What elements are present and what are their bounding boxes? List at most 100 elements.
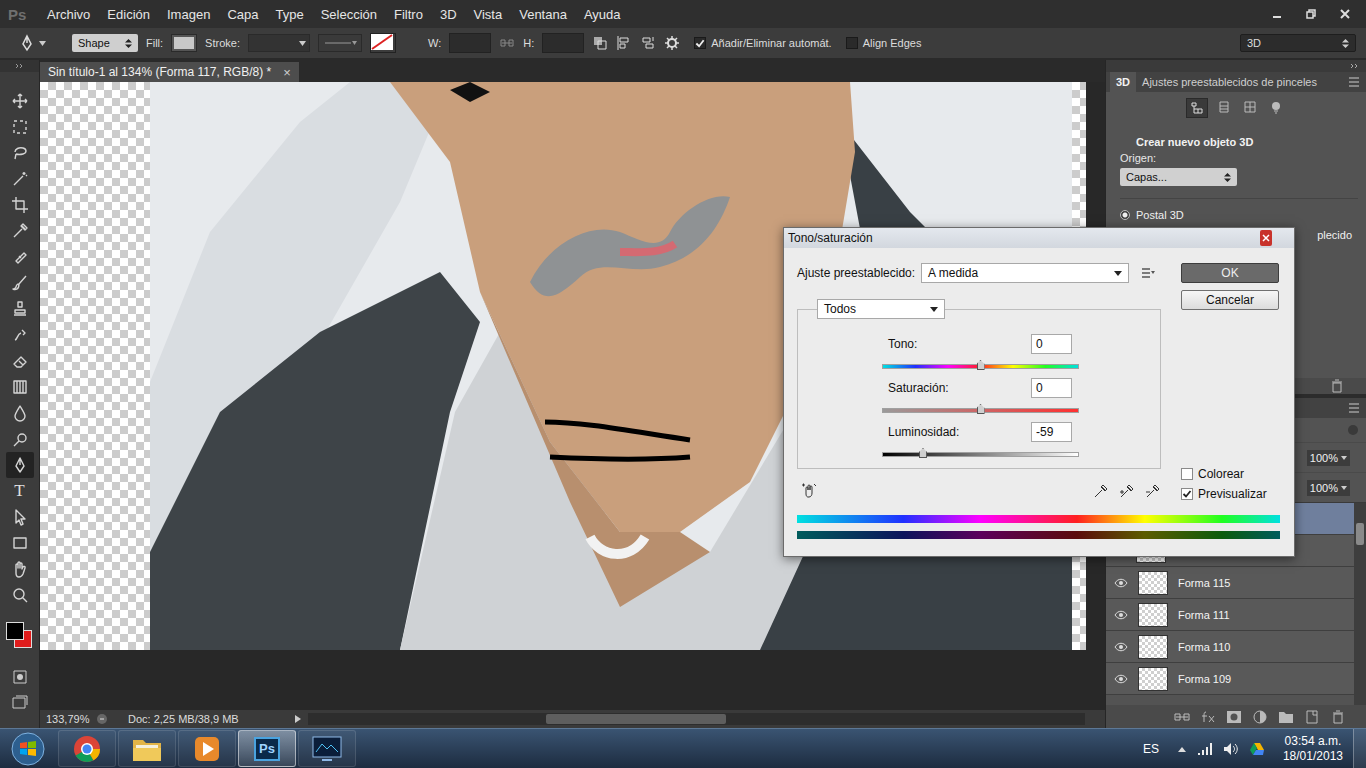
panel-tab[interactable]: 3D xyxy=(1110,72,1136,92)
quick-mask-button[interactable] xyxy=(6,664,34,690)
tool-button[interactable] xyxy=(6,244,34,270)
tool-button[interactable] xyxy=(6,166,34,192)
slider-value-field[interactable]: -59 xyxy=(1031,422,1072,442)
menu-item[interactable]: Vista xyxy=(474,7,503,22)
show-hidden-icon[interactable] xyxy=(1177,745,1187,753)
menu-item[interactable]: Type xyxy=(275,7,303,22)
export-icon[interactable] xyxy=(96,713,108,725)
scroll-thumb[interactable] xyxy=(546,714,726,724)
dialog-checkbox[interactable]: Previsualizar xyxy=(1181,487,1279,501)
scroll-thumb[interactable] xyxy=(1356,523,1364,545)
tool-button[interactable] xyxy=(6,504,34,530)
tool-button[interactable] xyxy=(6,556,34,582)
tool-button[interactable] xyxy=(6,426,34,452)
dialog-button[interactable]: OK xyxy=(1181,263,1279,283)
menu-item[interactable]: Archivo xyxy=(47,7,90,22)
origin-select[interactable]: Capas... xyxy=(1120,168,1237,186)
trash-icon[interactable] xyxy=(1330,379,1344,393)
panel-collapse-bar[interactable] xyxy=(1106,60,1366,72)
adjustment-icon[interactable] xyxy=(1252,710,1268,724)
taskbar-app[interactable] xyxy=(118,730,176,767)
taskbar-app[interactable]: Ps xyxy=(238,730,296,767)
foreground-color-swatch[interactable] xyxy=(6,622,24,640)
visibility-toggle[interactable] xyxy=(1106,642,1136,652)
targeted-adjustment-icon[interactable] xyxy=(801,483,817,499)
slider-thumb[interactable] xyxy=(977,404,985,414)
checkbox-box[interactable] xyxy=(694,37,706,49)
visibility-toggle[interactable] xyxy=(1106,610,1136,620)
tool-button[interactable] xyxy=(6,400,34,426)
slider-thumb[interactable] xyxy=(919,448,927,458)
gear-icon[interactable] xyxy=(664,35,680,51)
volume-icon[interactable] xyxy=(1223,742,1239,756)
menu-item[interactable]: 3D xyxy=(440,7,457,22)
checkbox-box[interactable] xyxy=(1181,488,1193,500)
slider-value-field[interactable]: 0 xyxy=(1031,378,1072,398)
dialog-title-bar[interactable]: Tono/saturación xyxy=(784,228,1294,248)
slider-track[interactable] xyxy=(882,364,1079,369)
menu-item[interactable]: Capa xyxy=(227,7,258,22)
preset-options-icon[interactable] xyxy=(1141,267,1155,279)
layers-scrollbar[interactable] xyxy=(1354,503,1366,705)
filter-toggle[interactable] xyxy=(1348,425,1358,435)
tool-button[interactable] xyxy=(6,452,34,478)
menu-item[interactable]: Ayuda xyxy=(584,7,621,22)
language-indicator[interactable]: ES xyxy=(1143,742,1159,756)
tool-button[interactable] xyxy=(6,582,34,608)
clock[interactable]: 03:54 a.m.18/01/2013 xyxy=(1283,734,1343,764)
slider-track[interactable] xyxy=(882,408,1079,413)
tool-button[interactable] xyxy=(6,374,34,400)
expand-arrow-icon[interactable] xyxy=(294,714,302,724)
option-checkbox[interactable]: Añadir/Eliminar automát. xyxy=(694,37,831,49)
panel-menu-icon[interactable] xyxy=(1348,77,1360,87)
checkbox-box[interactable] xyxy=(1181,468,1193,480)
taskbar-app[interactable] xyxy=(178,730,236,767)
opacity-field[interactable]: 100% xyxy=(1307,450,1350,466)
zoom-level[interactable]: 133,79% xyxy=(46,713,90,725)
scene-filter-button[interactable] xyxy=(1186,98,1208,118)
horizontal-scrollbar[interactable] xyxy=(308,713,1085,725)
tool-button[interactable] xyxy=(6,88,34,114)
restore-button[interactable] xyxy=(1296,4,1326,24)
preset-select[interactable]: A medida xyxy=(921,263,1129,283)
link-icon[interactable] xyxy=(1174,710,1190,724)
option-checkbox[interactable]: Align Edges xyxy=(846,37,922,49)
fx-icon[interactable] xyxy=(1200,710,1216,724)
new-layer-icon[interactable] xyxy=(1304,710,1320,724)
screen-mode-button[interactable] xyxy=(6,690,34,716)
fill-swatch[interactable] xyxy=(171,34,197,52)
tool-button[interactable] xyxy=(6,348,34,374)
tool-button[interactable] xyxy=(6,114,34,140)
tool-button[interactable] xyxy=(6,530,34,556)
radio-button[interactable] xyxy=(1120,210,1130,220)
dialog-button[interactable]: Cancelar xyxy=(1181,290,1279,310)
show-desktop-button[interactable] xyxy=(1353,729,1366,768)
layer-row[interactable]: Forma 115 xyxy=(1106,567,1354,599)
path-arrangement-icon[interactable] xyxy=(640,35,656,51)
stroke-width-field[interactable] xyxy=(248,34,310,52)
tool-button[interactable] xyxy=(6,270,34,296)
path-alignment-icon[interactable] xyxy=(616,35,632,51)
mode-select[interactable]: Shape xyxy=(72,34,138,52)
tool-button[interactable] xyxy=(6,322,34,348)
visibility-toggle[interactable] xyxy=(1106,674,1136,684)
eyedropper-plus-icon[interactable] xyxy=(1119,483,1135,499)
panel-menu-icon[interactable] xyxy=(1348,403,1360,413)
path-operations-icon[interactable] xyxy=(592,35,608,51)
stroke-type-select[interactable] xyxy=(318,34,362,52)
layer-row[interactable]: Forma 110 xyxy=(1106,631,1354,663)
tool-button[interactable] xyxy=(6,296,34,322)
mask-icon[interactable] xyxy=(1226,710,1242,724)
stroke-swatch[interactable] xyxy=(370,33,396,53)
folder-icon[interactable] xyxy=(1278,710,1294,724)
drive-sync-icon[interactable] xyxy=(1249,742,1265,756)
tool-button[interactable] xyxy=(6,192,34,218)
menu-item[interactable]: Edición xyxy=(107,7,150,22)
slider-track[interactable] xyxy=(882,452,1079,457)
collapse-icon[interactable] xyxy=(15,63,25,69)
menu-item[interactable]: Filtro xyxy=(394,7,423,22)
mesh-filter-button[interactable] xyxy=(1214,98,1234,116)
document-tab[interactable]: Sin título-1 al 134% (Forma 117, RGB/8) … xyxy=(40,62,299,82)
layer-row[interactable]: Forma 111 xyxy=(1106,599,1354,631)
link-icon[interactable] xyxy=(499,35,515,51)
